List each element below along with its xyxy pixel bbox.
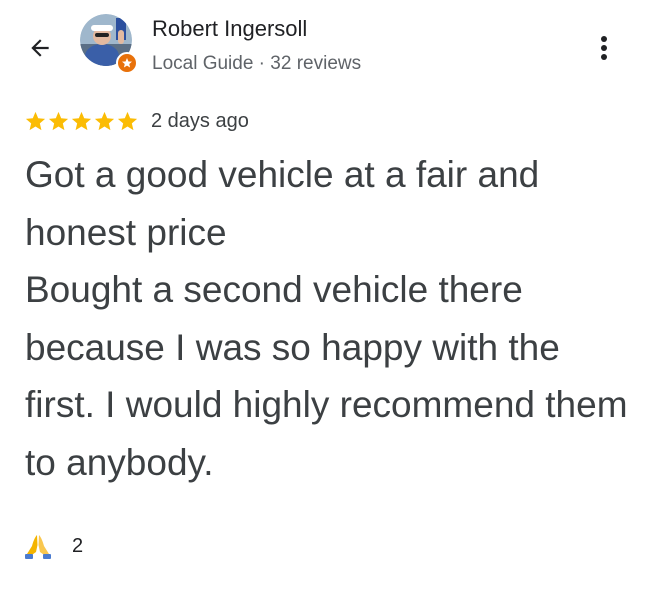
avatar[interactable]	[80, 14, 138, 74]
review-text: Got a good vehicle at a fair and honest …	[25, 154, 628, 483]
star-icon	[117, 111, 138, 130]
reviewer-meta: Local Guide · 32 reviews	[152, 53, 362, 74]
star-icon	[48, 111, 69, 130]
star-rating	[24, 110, 139, 133]
more-options-button[interactable]	[588, 28, 620, 68]
star-icon	[94, 111, 115, 130]
reviewer-name[interactable]: Robert Ingersoll	[152, 16, 307, 42]
reaction-count: 2	[72, 534, 84, 557]
rating-row: 2 days ago	[24, 108, 249, 134]
local-guide-badge-icon	[116, 52, 138, 74]
star-icon	[71, 111, 92, 130]
more-vert-icon	[601, 36, 607, 60]
back-button[interactable]	[22, 30, 58, 66]
star-icon	[25, 111, 46, 130]
folded-hands-icon	[25, 535, 51, 559]
arrow-back-icon	[31, 39, 49, 57]
review-date: 2 days ago	[151, 109, 249, 132]
reaction-button[interactable]: 2	[24, 532, 83, 560]
